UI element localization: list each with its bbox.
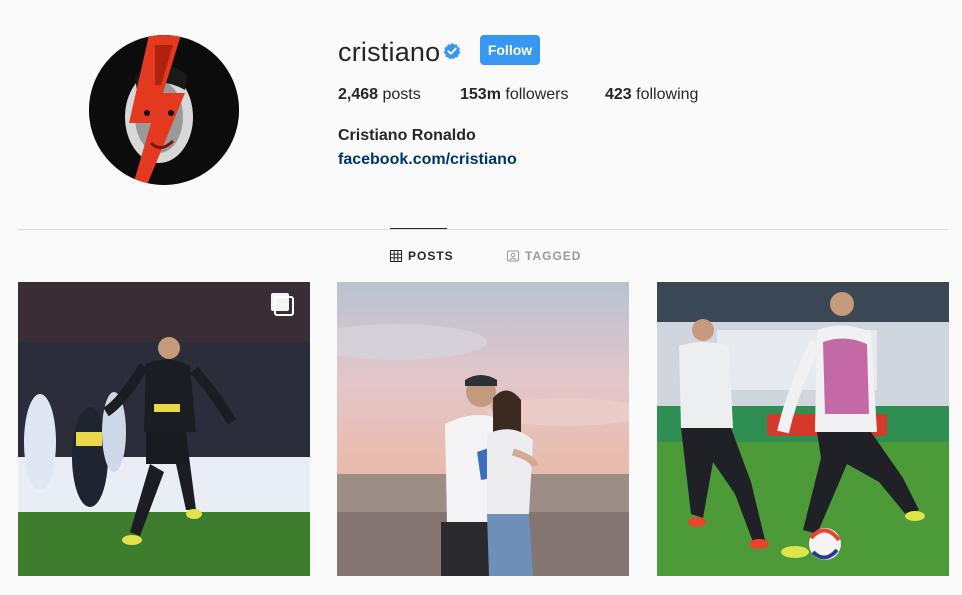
following-label: following [636,86,699,103]
post-thumbnail[interactable] [337,282,629,576]
posts-count: 2,468 [338,86,379,103]
followers-label: followers [505,86,569,103]
active-tab-indicator [390,228,447,229]
tab-tagged[interactable]: TAGGED [507,249,581,263]
tag-icon [507,250,519,262]
tabs-divider [18,229,948,230]
stat-followers[interactable]: 153m followers [460,86,569,104]
post-image-couple-desert [337,282,629,576]
follow-button[interactable]: Follow [480,35,540,65]
tab-posts-label: POSTS [408,249,454,263]
grid-icon [390,250,402,262]
profile-username: cristiano [338,37,441,67]
verified-badge-icon [443,42,461,60]
followers-count: 153m [460,86,501,103]
post-image-penalty-kick [18,282,310,576]
profile-website-link[interactable]: facebook.com/cristiano [338,151,517,169]
tab-tagged-label: TAGGED [525,249,582,263]
profile-full-name: Cristiano Ronaldo [338,127,476,144]
avatar-image [89,35,239,185]
post-thumbnail[interactable] [657,282,949,576]
following-count: 423 [605,86,632,103]
stat-following[interactable]: 423 following [605,86,698,104]
post-thumbnail[interactable] [18,282,310,576]
tab-posts[interactable]: POSTS [390,249,454,263]
profile-avatar[interactable] [89,35,239,185]
stat-posts: 2,468 posts [338,86,421,104]
posts-label: posts [382,86,421,103]
post-image-training-drill [657,282,949,576]
